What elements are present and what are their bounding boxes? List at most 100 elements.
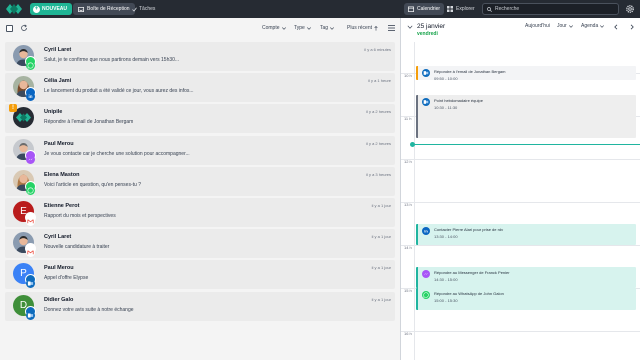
nav-explore[interactable]: Explorer <box>443 3 479 15</box>
conversation-row[interactable]: Paul Merou Je vous contacte car je cherch… <box>5 135 395 165</box>
sort-dropdown[interactable]: Plus récent <box>347 25 378 31</box>
view-dropdown[interactable]: Jour <box>557 23 573 29</box>
filter-account-label: Compte <box>262 25 280 31</box>
nav-tasks-label: Tâches <box>139 6 156 12</box>
inbox-panel: Compte Type Tag Plus récent Cyril Laret S… <box>0 18 400 360</box>
message-preview: Nouvelle candidature à traiter <box>44 244 110 251</box>
conversation-row[interactable]: E Etienne Perot Rapport du mois et perspec… <box>5 198 395 227</box>
calendar-header: 25 janvier vendredi Aujourd'hui Jour Age… <box>401 18 640 42</box>
conversation-row[interactable]: Elena Maston Voici l'article en question,… <box>5 166 395 196</box>
filter-account[interactable]: Compte <box>262 25 286 31</box>
message-preview: Rapport du mois et perspectives <box>44 213 116 219</box>
event-title: Répondre à l'email de Jonathan Bergam <box>434 68 506 74</box>
sort-label: Plus récent <box>347 25 373 31</box>
message-preview: Le lancement du produit a été validé ce … <box>44 88 194 95</box>
event-title: Point hebdomadaire équipe <box>434 97 483 103</box>
refresh-icon[interactable] <box>20 24 28 32</box>
gmail-icon <box>25 243 36 258</box>
event-time: 09:50 - 10:00 <box>434 75 458 81</box>
hour-row[interactable]: 13 h <box>401 202 640 207</box>
messenger-icon <box>25 149 36 164</box>
calendar-event[interactable]: in Contacter Pierre Alari pour prise de r… <box>416 223 636 245</box>
outlook-icon <box>422 68 430 77</box>
chevron-down-icon <box>600 24 605 28</box>
filter-type[interactable]: Type <box>294 25 311 31</box>
contact-name: Didier Galo <box>44 296 74 303</box>
menu-icon[interactable] <box>388 25 395 31</box>
calendar-event[interactable]: Point hebdomadaire équipe 10:30 - 11:30 <box>416 94 636 138</box>
mode-dropdown[interactable]: Agenda <box>581 23 605 29</box>
new-button-label: NOUVEAU <box>42 6 68 12</box>
linkedin-icon: in <box>25 87 36 102</box>
conversation-row[interactable]: ! Unipile Répondre à l'email de Jonathan B… <box>5 104 395 134</box>
tasks-icon <box>132 7 137 12</box>
conversation-row[interactable]: P Paul Merou Appel d'offre Elypse il y a 1 … <box>5 260 395 290</box>
chevron-down-icon <box>330 26 334 30</box>
nav-inbox-label: Boîte de Réception <box>87 6 130 12</box>
filter-type-label: Type <box>294 25 305 31</box>
nav-tasks[interactable]: Tâches <box>128 3 159 15</box>
gmail-icon <box>25 212 36 226</box>
conversation-row[interactable]: Cyril Laret Salut, je te confirme que nou… <box>5 42 395 71</box>
message-preview: Donnez votre avis suite à notre échange <box>44 306 134 313</box>
timestamp: il y a 1 jour <box>371 234 391 240</box>
timestamp: il y a 1 jour <box>371 203 391 208</box>
timestamp: il y a 6 minutes <box>364 47 391 52</box>
event-title: Répondre au WhatsApp de John Galon <box>434 291 504 296</box>
calendar-event[interactable]: Répondre au WhatsApp de John Galon 15:00 … <box>416 288 636 310</box>
calendar-date: 25 janvier <box>417 23 446 30</box>
chevron-down-icon[interactable] <box>407 24 413 30</box>
hour-label: 13 h <box>404 202 412 207</box>
chevron-down-icon <box>568 24 573 28</box>
current-time-line <box>412 144 640 145</box>
sort-arrow-icon <box>374 25 378 31</box>
new-button[interactable]: + NOUVEAU <box>30 3 73 15</box>
chevron-right-icon[interactable] <box>629 24 635 30</box>
hour-label: 11 h <box>404 116 412 121</box>
whatsapp-icon <box>25 180 36 195</box>
conversation-row[interactable]: Cyril Laret Nouvelle candidature à traite… <box>5 229 395 259</box>
select-all-checkbox[interactable] <box>6 25 13 32</box>
filter-tag-label: Tag <box>320 25 329 31</box>
message-preview: Voici l'article en question, qu'en pense… <box>44 181 141 188</box>
chevron-down-icon <box>306 26 311 30</box>
app-logo-icon[interactable] <box>6 3 22 15</box>
current-time-dot <box>410 142 415 147</box>
today-button[interactable]: Aujourd'hui <box>525 23 550 29</box>
conversation-row[interactable]: in Célia Jami Le lancement du produit a ét… <box>5 73 395 103</box>
event-title: Répondre au Messenger de Franck Penier <box>434 269 510 275</box>
event-time: 15:00 - 15:30 <box>434 298 458 303</box>
nav-inbox[interactable]: Boîte de Réception <box>73 3 135 15</box>
timestamp: il y a 2 heures <box>366 109 391 115</box>
top-bar: + NOUVEAU Boîte de Réception Tâches Cale… <box>0 0 640 18</box>
hour-row[interactable]: 16 h <box>401 331 640 336</box>
contact-name: Cyril Laret <box>44 234 72 241</box>
filter-tag[interactable]: Tag <box>320 25 334 31</box>
hour-row[interactable]: 14 h <box>401 245 640 250</box>
calendar-event[interactable]: Répondre au Messenger de Franck Penier 14… <box>416 266 636 288</box>
calendar-icon <box>408 6 414 12</box>
contact-name: Paul Merou <box>44 140 74 147</box>
calendar-weekday: vendredi <box>417 31 438 37</box>
whatsapp-icon <box>422 291 430 299</box>
messenger-icon <box>422 269 430 278</box>
timestamp: il y a 2 heures <box>366 140 391 146</box>
contact-name: Célia Jami <box>44 78 72 85</box>
time-gutter-line <box>414 42 415 360</box>
chevron-left-icon[interactable] <box>613 24 619 30</box>
warning-badge: ! <box>9 104 17 113</box>
calendar-event[interactable]: Répondre à l'email de Jonathan Bergam 09:… <box>416 65 636 81</box>
event-title: Contacter Pierre Alari pour prise de rdv <box>434 226 504 232</box>
nav-calendar[interactable]: Calendrier <box>404 3 445 15</box>
nav-calendar-label: Calendrier <box>417 6 441 12</box>
search-icon <box>487 6 492 12</box>
linkedin-icon: in <box>422 226 430 235</box>
search-input[interactable]: Recherche <box>482 3 619 15</box>
hour-row[interactable]: 12 h <box>401 159 640 164</box>
inbox-icon <box>78 6 84 12</box>
gear-icon[interactable] <box>625 4 635 14</box>
conversation-row[interactable]: D Didier Galo Donnez votre avis suite à no… <box>5 291 395 321</box>
grid-icon <box>447 6 453 12</box>
hour-label: 12 h <box>404 159 412 164</box>
outlook-icon <box>25 305 36 320</box>
